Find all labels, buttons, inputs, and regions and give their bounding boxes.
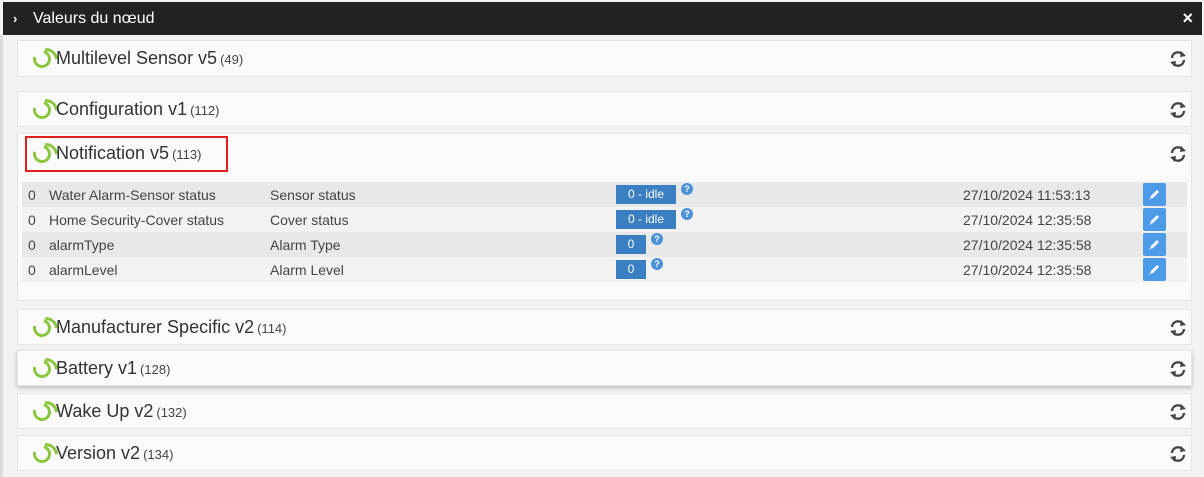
panel-title: Manufacturer Specific v2 (114) [56,317,287,337]
panel-configuration: Configuration v1 (112) [17,91,1192,127]
pencil-icon [1149,215,1159,225]
loading-ring-icon [29,441,55,467]
panel-multilevel-sensor: Multilevel Sensor v5 (49) [17,40,1192,77]
modal-body: Multilevel Sensor v5 (49) Configuration v… [3,35,1202,477]
panel-title: Multilevel Sensor v5 (49) [56,48,244,68]
panel-battery: Battery v1 (128) [17,350,1192,386]
node-values-modal: › Valeurs du nœud × Multilevel Sensor v5… [0,0,1204,477]
panel-notification: Notification v5 (113) 0 Water Alarm-Senso… [17,133,1192,301]
table-row: 0 Home Security-Cover status Cover statu… [22,207,1187,232]
panel-wake-up: Wake Up v2 (132) [17,393,1192,429]
refresh-icon[interactable] [1169,445,1187,463]
panel-header[interactable]: Configuration v1 (112) [18,92,1191,128]
value-badge[interactable]: 0 [616,260,646,279]
pencil-icon [1149,190,1159,200]
panel-version: Version v2 (134) [17,435,1192,471]
panel-title: Configuration v1 (112) [56,99,220,119]
panel-count: (132) [156,405,187,420]
loading-ring-icon [29,46,55,72]
loading-ring-icon [29,315,55,341]
panel-header[interactable]: Battery v1 (128) [18,351,1191,387]
panel-header[interactable]: Multilevel Sensor v5 (49) [18,41,1191,77]
refresh-icon[interactable] [1169,50,1187,68]
question-icon[interactable]: ? [681,183,693,195]
refresh-icon[interactable] [1169,360,1187,378]
value-badge[interactable]: 0 - idle [616,185,676,204]
refresh-icon[interactable] [1169,319,1187,337]
label-cell: Home Security-Cover status [49,212,225,228]
loading-ring-icon [29,356,55,382]
edit-button[interactable] [1143,258,1166,281]
highlight-box [25,136,228,172]
panel-header[interactable]: Wake Up v2 (132) [18,394,1191,430]
label-cell: Water Alarm-Sensor status [49,187,216,203]
question-icon[interactable]: ? [651,258,663,270]
date-cell: 27/10/2024 12:35:58 [963,237,1092,253]
panel-title: Wake Up v2 (132) [56,401,187,421]
edit-button[interactable] [1143,208,1166,231]
date-cell: 27/10/2024 11:53:13 [963,187,1091,203]
table-row: 0 Water Alarm-Sensor status Sensor statu… [22,182,1187,207]
panel-count: (128) [140,362,171,377]
help-cell: Alarm Level [270,262,344,278]
date-cell: 27/10/2024 12:35:58 [963,212,1092,228]
panel-count: (114) [257,321,287,336]
edit-button[interactable] [1143,183,1166,206]
value-badge[interactable]: 0 [616,235,646,254]
refresh-icon[interactable] [1169,101,1187,119]
panel-title: Battery v1 (128) [56,358,171,378]
instance-cell: 0 [28,212,36,228]
panel-count: (112) [190,103,220,118]
panel-header[interactable]: Version v2 (134) [18,436,1191,472]
pencil-icon [1149,265,1159,275]
panel-count: (49) [220,52,244,67]
table-row: 0 alarmType Alarm Type 0 ? 27/10/2024 12… [22,232,1187,257]
instance-cell: 0 [28,237,36,253]
question-icon[interactable]: ? [651,233,663,245]
panel-count: (134) [143,447,174,462]
help-cell: Sensor status [270,187,356,203]
refresh-icon[interactable] [1169,145,1187,163]
instance-cell: 0 [28,187,36,203]
label-cell: alarmType [49,237,115,253]
edit-button[interactable] [1143,233,1166,256]
help-cell: Cover status [270,212,349,228]
values-table: 0 Water Alarm-Sensor status Sensor statu… [22,182,1187,282]
panel-title: Version v2 (134) [56,443,174,463]
value-badge[interactable]: 0 - idle [616,210,676,229]
panel-manufacturer-specific: Manufacturer Specific v2 (114) [17,309,1192,345]
help-cell: Alarm Type [270,237,341,253]
pencil-icon [1149,240,1159,250]
chevron-right-icon: › [13,11,18,26]
panel-header[interactable]: Notification v5 (113) [18,134,1191,174]
question-icon[interactable]: ? [681,208,693,220]
modal-titlebar: › Valeurs du nœud × [3,2,1202,35]
table-row: 0 alarmLevel Alarm Level 0 ? 27/10/2024 … [22,257,1187,282]
modal-title: Valeurs du nœud [33,9,155,27]
date-cell: 27/10/2024 12:35:58 [963,262,1092,278]
instance-cell: 0 [28,262,36,278]
loading-ring-icon [29,97,55,123]
label-cell: alarmLevel [49,262,118,278]
panel-header[interactable]: Manufacturer Specific v2 (114) [18,310,1191,346]
refresh-icon[interactable] [1169,403,1187,421]
close-icon[interactable]: × [1182,9,1193,27]
loading-ring-icon [29,399,55,425]
